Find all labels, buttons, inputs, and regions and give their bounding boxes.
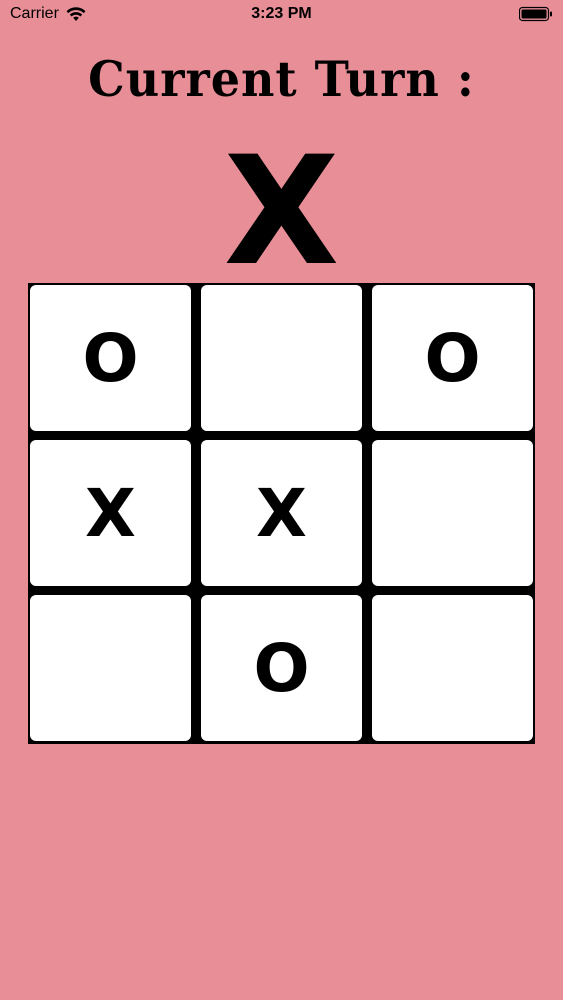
board-cell-r1c3[interactable]: O <box>372 285 533 431</box>
board-cell-r2c2[interactable]: X <box>201 440 362 586</box>
battery-icon <box>519 6 552 22</box>
board-cell-r1c1[interactable]: O <box>30 285 191 431</box>
board-cell-r2c1[interactable]: X <box>30 440 191 586</box>
status-time: 3:23 PM <box>251 5 312 22</box>
current-turn-title: Current Turn : <box>88 50 475 108</box>
board-cell-r3c3[interactable] <box>372 595 533 741</box>
board-cell-r2c3[interactable] <box>372 440 533 586</box>
board-cell-r3c2[interactable]: O <box>201 595 362 741</box>
current-turn-symbol: X <box>223 125 340 299</box>
board-cell-r1c2[interactable] <box>201 285 362 431</box>
board-cell-r3c1[interactable] <box>30 595 191 741</box>
status-bar: Carrier 3:23 PM <box>0 0 563 30</box>
game-board: O O X X O <box>28 283 535 744</box>
